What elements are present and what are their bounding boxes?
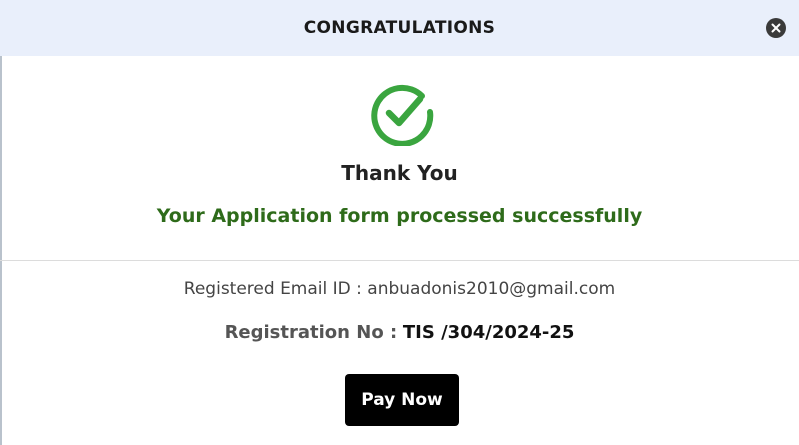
- registered-email: Registered Email ID : anbuadonis2010@gma…: [183, 279, 616, 299]
- divider: [0, 260, 799, 261]
- success-message: Your Application form processed successf…: [156, 205, 643, 227]
- registration-number-label: Registration No :: [224, 322, 398, 343]
- thank-you-heading: Thank You: [341, 161, 458, 185]
- dialog-title: CONGRATULATIONS: [303, 18, 496, 38]
- success-check-icon: [370, 82, 434, 147]
- registration-number-row: Registration No : TIS /304/2024-25: [0, 322, 799, 343]
- close-button[interactable]: [766, 18, 786, 38]
- pay-now-button[interactable]: Pay Now: [345, 374, 459, 426]
- congratulations-dialog: CONGRATULATIONS Thank You Your Applicati…: [0, 0, 799, 445]
- registration-number-value: TIS /304/2024-25: [402, 322, 575, 343]
- dialog-left-border: [0, 56, 2, 445]
- close-icon: [771, 23, 781, 33]
- dialog-header: CONGRATULATIONS: [0, 0, 799, 56]
